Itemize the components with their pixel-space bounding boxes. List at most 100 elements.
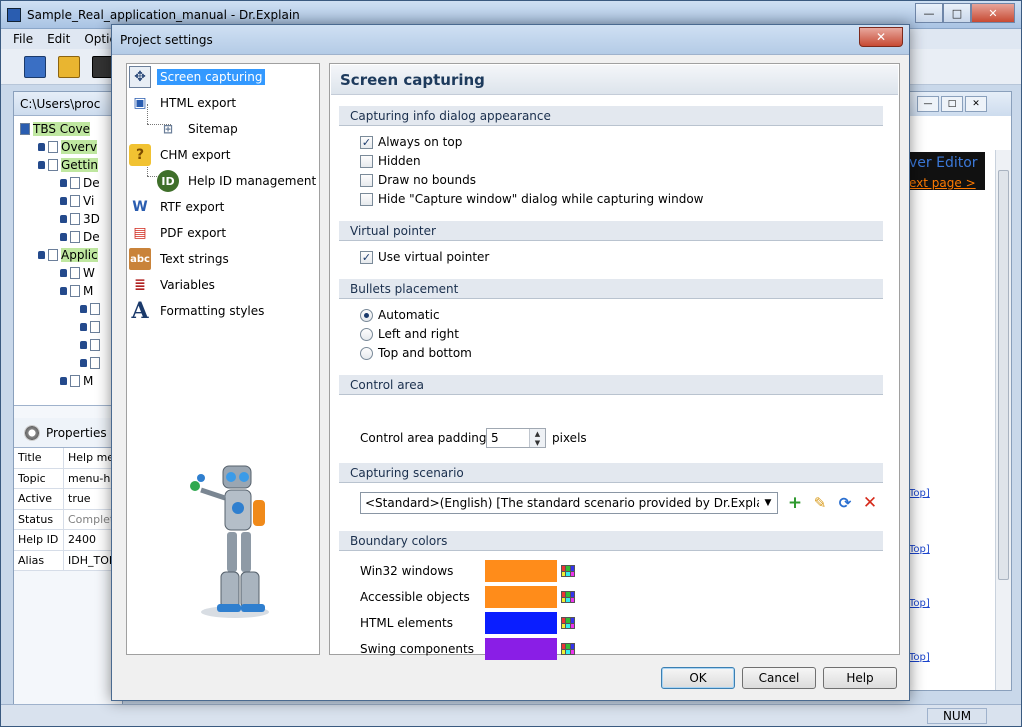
left-and-right-radio[interactable]: Left and right — [360, 325, 459, 343]
nav-rtf-export[interactable]: W RTF export — [129, 196, 227, 218]
dialog-close-button[interactable]: ✕ — [859, 27, 903, 47]
maximize-button[interactable]: □ — [943, 3, 971, 23]
win32-color-swatch[interactable] — [485, 560, 557, 582]
ok-button[interactable]: OK — [661, 667, 735, 689]
property-row[interactable]: Title Help mer — [14, 448, 122, 469]
top-link[interactable]: Top] — [909, 544, 930, 555]
stepper-up-icon[interactable]: ▲ — [530, 429, 545, 438]
delete-scenario-button[interactable]: ✕ — [861, 494, 879, 512]
tree-item[interactable]: W — [20, 264, 122, 282]
property-row[interactable]: Status Complet — [14, 509, 122, 530]
stepper-down-icon[interactable]: ▼ — [530, 438, 545, 447]
accessible-color-swatch[interactable] — [485, 586, 557, 608]
edit-scenario-button[interactable]: ✎ — [811, 494, 829, 512]
tree-item[interactable]: Applic — [20, 246, 122, 264]
cancel-button[interactable]: Cancel — [742, 667, 816, 689]
nav-chm-export[interactable]: ? CHM export — [129, 144, 233, 166]
lock-icon — [60, 233, 67, 241]
tree-item[interactable]: Gettin — [20, 156, 122, 174]
property-row[interactable]: Alias IDH_TOI — [14, 550, 122, 571]
menu-file[interactable]: File — [13, 32, 33, 46]
preview-scrollbar[interactable] — [995, 150, 1011, 690]
preview-banner: ver Editor ext page > — [907, 152, 985, 190]
section-control-area: Control area — [339, 375, 883, 395]
tree-item[interactable]: Vi — [20, 192, 122, 210]
chevron-down-icon[interactable]: ▼ — [759, 493, 777, 513]
hide-capture-window-checkbox[interactable]: Hide "Capture window" dialog while captu… — [360, 190, 704, 208]
page-icon — [70, 375, 80, 387]
lock-icon — [38, 161, 45, 169]
color-picker-icon[interactable] — [561, 643, 575, 655]
tree-item[interactable] — [20, 336, 122, 354]
preview-controls: — □ ✕ — [907, 92, 1011, 116]
checkbox-box — [360, 173, 373, 187]
checkbox-box — [360, 154, 373, 168]
padding-input[interactable] — [487, 429, 529, 447]
section-capturing-scenario: Capturing scenario — [339, 463, 883, 483]
delete-icon: ✕ — [862, 492, 878, 513]
open-button[interactable] — [55, 53, 83, 81]
preview-minimize-button[interactable]: — — [917, 96, 939, 112]
project-pane: C:\Users\proc TBS Cove Overv Gettin De V… — [13, 91, 123, 711]
tree-item[interactable]: M — [20, 282, 122, 300]
property-row[interactable]: Topic menu-he — [14, 468, 122, 489]
refresh-scenario-button[interactable]: ⟳ — [836, 494, 854, 512]
preview-next-link[interactable]: ext page > — [909, 176, 976, 190]
nav-sitemap[interactable]: ⊞ Sitemap — [157, 118, 241, 140]
top-and-bottom-radio[interactable]: Top and bottom — [360, 344, 472, 362]
top-link[interactable]: Top] — [909, 488, 930, 499]
nav-text-strings[interactable]: abc Text strings — [129, 248, 232, 270]
open-folder-icon — [58, 55, 80, 78]
text-strings-icon: abc — [129, 248, 151, 270]
tree-item[interactable]: De — [20, 174, 122, 192]
new-project-button[interactable] — [21, 53, 49, 81]
html-color-swatch[interactable] — [485, 612, 557, 634]
checkbox-box: ✓ — [360, 135, 373, 149]
swing-color-swatch[interactable] — [485, 638, 557, 660]
tree-item[interactable]: Overv — [20, 138, 122, 156]
color-picker-icon[interactable] — [561, 565, 575, 577]
help-button[interactable]: Help — [823, 667, 897, 689]
html-elements-label: HTML elements — [360, 616, 453, 630]
always-on-top-checkbox[interactable]: ✓ Always on top — [360, 133, 462, 151]
tree-item[interactable] — [20, 354, 122, 372]
minimize-button[interactable]: — — [915, 3, 943, 23]
draw-no-bounds-checkbox[interactable]: Draw no bounds — [360, 171, 476, 189]
path-label: C:\Users\proc — [20, 96, 101, 111]
add-scenario-button[interactable]: + — [786, 494, 804, 512]
nav-screen-capturing[interactable]: ✥ Screen capturing — [129, 66, 266, 88]
nav-pdf-export[interactable]: ▤ PDF export — [129, 222, 229, 244]
nav-help-id-management[interactable]: ID Help ID management — [157, 170, 319, 192]
tree-item[interactable]: De — [20, 228, 122, 246]
gear-icon — [24, 424, 40, 441]
html-icon: ▣ — [133, 95, 147, 111]
menu-edit[interactable]: Edit — [47, 32, 70, 46]
scroll-thumb[interactable] — [998, 170, 1009, 580]
nav-formatting-styles[interactable]: A Formatting styles — [129, 298, 267, 324]
tree-item[interactable]: 3D — [20, 210, 122, 228]
top-link[interactable]: Top] — [909, 652, 930, 663]
preview-close-button[interactable]: ✕ — [965, 96, 987, 112]
nav-variables[interactable]: ≣ Variables — [129, 274, 218, 296]
automatic-radio[interactable]: Automatic — [360, 306, 440, 324]
property-row[interactable]: Active true — [14, 489, 122, 510]
top-link[interactable]: Top] — [909, 598, 930, 609]
color-picker-icon[interactable] — [561, 591, 575, 603]
scenario-select[interactable]: <Standard>(English) [The standard scenar… — [360, 492, 778, 514]
tree-item[interactable]: M — [20, 372, 122, 390]
property-row[interactable]: Help ID 2400 — [14, 530, 122, 551]
use-virtual-pointer-checkbox[interactable]: ✓ Use virtual pointer — [360, 248, 489, 266]
hidden-checkbox[interactable]: Hidden — [360, 152, 421, 170]
preview-restore-button[interactable]: □ — [941, 96, 963, 112]
tree-item[interactable] — [20, 300, 122, 318]
color-picker-icon[interactable] — [561, 617, 575, 629]
tree-item[interactable]: TBS Cove — [20, 120, 122, 138]
properties-header[interactable]: Properties — [14, 418, 122, 448]
control-area-padding-stepper[interactable]: ▲ ▼ — [486, 428, 546, 448]
close-button[interactable]: ✕ — [971, 3, 1015, 23]
tree-item[interactable] — [20, 318, 122, 336]
stepper-arrows[interactable]: ▲ ▼ — [529, 429, 545, 447]
nav-html-export[interactable]: ▣ HTML export — [129, 92, 239, 114]
page-icon — [70, 195, 80, 207]
win32-windows-label: Win32 windows — [360, 564, 454, 578]
